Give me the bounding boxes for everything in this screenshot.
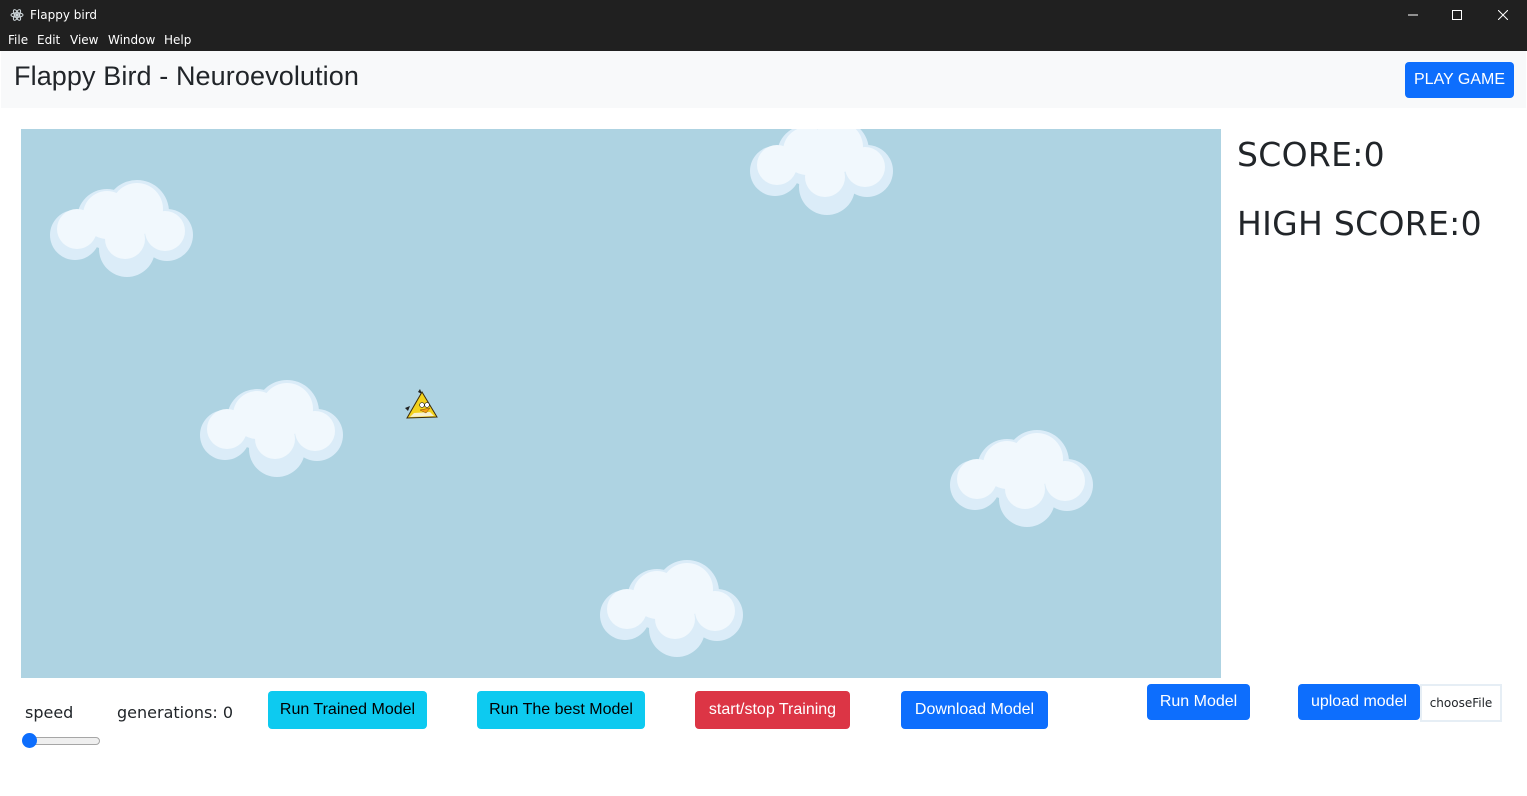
generations-counter: generations: 0 [117, 703, 234, 722]
minimize-icon [1408, 14, 1418, 16]
speed-label: speed [25, 703, 74, 722]
score-display: SCORE:0 [1237, 135, 1385, 174]
cloud-icon [600, 560, 743, 657]
run-model-button[interactable]: Run Model [1147, 684, 1250, 720]
run-trained-model-button[interactable]: Run Trained Model [268, 691, 427, 729]
maximize-button[interactable] [1434, 0, 1480, 30]
speed-slider-thumb[interactable] [22, 733, 37, 748]
cloud-icon [200, 380, 343, 477]
game-canvas[interactable] [21, 129, 1221, 678]
cloud-icon [50, 180, 193, 277]
menu-file[interactable]: File [8, 33, 28, 47]
menu-edit[interactable]: Edit [37, 33, 60, 47]
download-model-button[interactable]: Download Model [901, 691, 1048, 729]
cloud-icon [750, 129, 893, 215]
page-header: Flappy Bird - Neuroevolution [1, 51, 1526, 108]
bird-icon [405, 389, 438, 419]
electron-app-icon [10, 9, 24, 21]
play-game-button[interactable]: PLAY GAME [1405, 62, 1514, 98]
run-best-model-button[interactable]: Run The best Model [477, 691, 645, 729]
window-title: Flappy bird [30, 8, 98, 22]
menu-help[interactable]: Help [164, 33, 191, 47]
minimize-button[interactable] [1390, 0, 1436, 30]
close-button[interactable] [1480, 0, 1526, 30]
title-bar: Flappy bird [0, 0, 1527, 30]
menu-view[interactable]: View [70, 33, 98, 47]
choose-file-input[interactable]: chooseFile [1420, 684, 1502, 722]
high-score-display: HIGH SCORE:0 [1237, 204, 1482, 243]
maximize-icon [1452, 10, 1462, 20]
cloud-icon [950, 430, 1093, 527]
page-title: Flappy Bird - Neuroevolution [14, 61, 359, 91]
upload-model-button[interactable]: upload model [1298, 684, 1420, 720]
menu-window[interactable]: Window [108, 33, 155, 47]
start-stop-training-button[interactable]: start/stop Training [695, 691, 850, 729]
close-icon [1498, 10, 1508, 20]
menu-bar: File Edit View Window Help [0, 30, 1527, 51]
